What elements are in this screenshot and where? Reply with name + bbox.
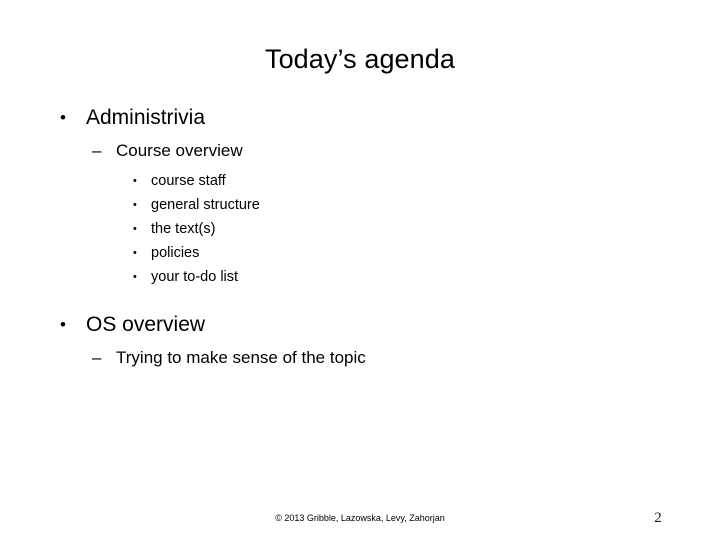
bullet-dot-icon: • <box>133 223 137 235</box>
outline-item-level3: • general structure <box>133 193 720 217</box>
outline-item-level2: – Trying to make sense of the topic <box>92 345 720 370</box>
outline-item-level2: – Course overview <box>92 138 720 163</box>
outline-item-label: OS overview <box>86 313 206 336</box>
bullet-dash-icon: – <box>92 348 102 367</box>
outline-item-label: policies <box>151 245 200 261</box>
outline-item-label: Administrivia <box>86 106 206 129</box>
copyright-notice: © 2013 Gribble, Lazowska, Levy, Zahorjan <box>275 513 445 523</box>
outline-item-level1: • OS overview <box>58 311 720 339</box>
page-number: 2 <box>654 510 662 526</box>
bullet-dot-icon: • <box>133 271 137 283</box>
slide-canvas: Today’s agenda • Administrivia – Course … <box>0 0 720 540</box>
outline-item-level3: • the text(s) <box>133 217 720 241</box>
page-title: Today’s agenda <box>264 44 456 74</box>
outline-item-label: general structure <box>151 197 260 213</box>
slide-body-outline: • Administrivia – Course overview • cour… <box>0 104 720 370</box>
outline-item-level3: • policies <box>133 241 720 265</box>
outline-item-level3: • course staff <box>133 169 720 193</box>
bullet-dot-icon: • <box>133 199 137 211</box>
outline-item-label: your to-do list <box>151 269 239 285</box>
bullet-dot-icon: • <box>133 175 137 187</box>
bullet-dot-icon: • <box>60 108 66 127</box>
outline-item-label: course staff <box>151 173 226 189</box>
outline-item-label: the text(s) <box>151 221 216 237</box>
outline-item-level3: • your to-do list <box>133 265 720 289</box>
outline-item-label: Trying to make sense of the topic <box>116 348 366 367</box>
bullet-dot-icon: • <box>60 315 66 334</box>
bullet-dash-icon: – <box>92 141 102 160</box>
outline-item-level1: • Administrivia <box>58 104 720 132</box>
bullet-dot-icon: • <box>133 247 137 259</box>
outline-item-label: Course overview <box>116 141 243 160</box>
